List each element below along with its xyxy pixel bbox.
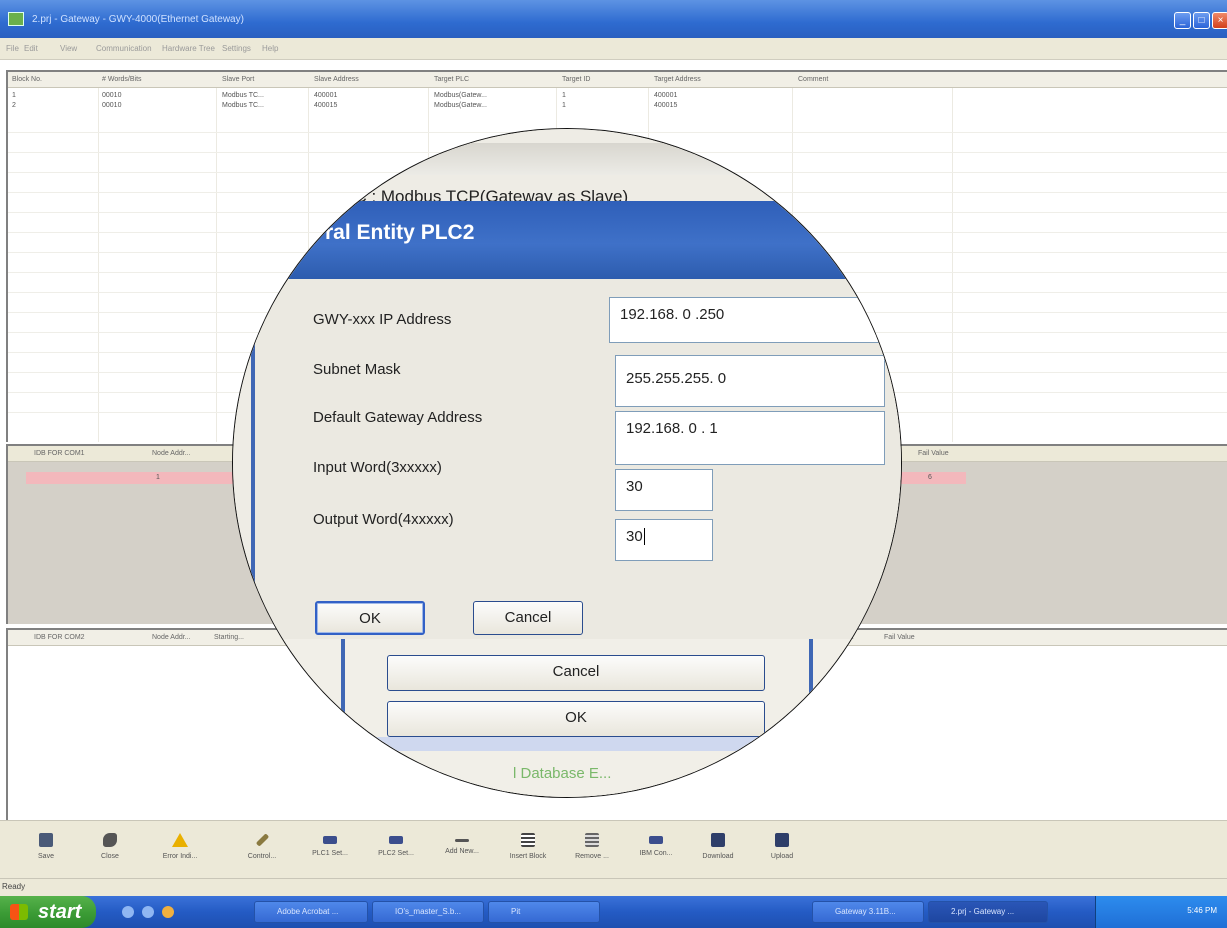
output-word-label: Output Word(4xxxxx) — [313, 511, 454, 528]
ip-address-field[interactable]: 192.168. 0 .250 — [609, 297, 889, 343]
insert-block-icon — [521, 833, 535, 847]
plc-icon — [323, 836, 337, 844]
task-adobe-acrobat[interactable]: Adobe Acrobat ... — [254, 901, 368, 923]
title-bar: 2.prj - Gateway - GWY-4000(Ethernet Gate… — [0, 0, 1227, 38]
col-node-addr[interactable]: Node Addr... — [152, 634, 191, 641]
insert-block-button[interactable]: Insert Block — [498, 833, 558, 860]
subnet-mask-label: Subnet Mask — [313, 361, 401, 378]
col-words-bits[interactable]: # Words/Bits — [102, 76, 142, 83]
close-file-button[interactable]: Close — [80, 833, 140, 860]
col-slave-address[interactable]: Slave Address — [314, 76, 359, 83]
plc-icon — [649, 836, 663, 844]
menu-help[interactable]: Help — [262, 44, 278, 53]
maximize-button[interactable]: □ — [1193, 12, 1210, 29]
col-target-plc[interactable]: Target PLC — [434, 76, 469, 83]
menu-edit[interactable]: Edit — [24, 44, 38, 53]
magnifier-zoom: LC : Modbus TCP(Gateway as Slave) ral En… — [232, 128, 902, 798]
menu-settings[interactable]: Settings — [222, 44, 251, 53]
app-icon — [8, 12, 24, 26]
dialog-title: ral Entity PLC2 — [325, 221, 475, 244]
menu-file[interactable]: File — [6, 44, 19, 53]
col-slave-port[interactable]: Slave Port — [222, 76, 254, 83]
quicklaunch-media-icon[interactable] — [162, 906, 174, 918]
task-pit[interactable]: Pit — [488, 901, 600, 923]
input-word-field[interactable]: 30 — [615, 469, 713, 511]
window-title: 2.prj - Gateway - GWY-4000(Ethernet Gate… — [32, 14, 244, 25]
menu-communication[interactable]: Communication — [96, 44, 152, 53]
status-text: Ready — [2, 882, 26, 891]
plc2-settings-button[interactable]: PLC2 Set... — [366, 833, 426, 857]
download-button[interactable]: Download — [688, 833, 748, 860]
quicklaunch-desktop-icon[interactable] — [142, 906, 154, 918]
upload-button[interactable]: Upload — [752, 833, 812, 860]
minimize-button[interactable]: _ — [1174, 12, 1191, 29]
error-indicator-button[interactable]: Error Indi... — [150, 833, 210, 860]
task-2prj-gateway[interactable]: 2.prj - Gateway ... — [928, 901, 1048, 923]
windows-logo-icon — [10, 904, 28, 920]
ok-button[interactable]: OK — [315, 601, 425, 635]
ibm-config-button[interactable]: IBM Con... — [626, 833, 686, 857]
start-button[interactable]: start — [0, 896, 96, 928]
table-header: Block No. # Words/Bits Slave Port Slave … — [8, 72, 1227, 88]
col-comment[interactable]: Comment — [798, 76, 828, 83]
menu-bar: File Edit View Communication Hardware Tr… — [0, 38, 1227, 60]
subnet-mask-field[interactable]: 255.255.255. 0 — [615, 355, 885, 407]
remove-block-icon — [585, 833, 599, 847]
background-cancel-button[interactable]: Cancel — [387, 655, 765, 691]
system-tray: 5:46 PM — [1095, 896, 1227, 928]
control-button[interactable]: Control... — [232, 833, 292, 860]
ip-address-label: GWY-xxx IP Address — [313, 311, 452, 328]
close-button[interactable]: × — [1212, 12, 1227, 29]
remove-block-button[interactable]: Remove ... — [562, 833, 622, 860]
status-bar: Ready — [0, 878, 1227, 896]
plc-icon — [389, 836, 403, 844]
output-word-value: 30 — [626, 528, 643, 545]
clock: 5:46 PM — [1187, 906, 1217, 915]
input-word-label: Input Word(3xxxxx) — [313, 459, 442, 476]
table-row[interactable]: 1 00010 Modbus TC... 400001 Modbus(Gatew… — [8, 92, 1227, 102]
add-new-button[interactable]: Add New... — [432, 833, 492, 855]
menu-view[interactable]: View — [60, 44, 77, 53]
wrench-icon — [255, 833, 269, 847]
col-idb-com1[interactable]: IDB FOR COM1 — [34, 450, 85, 457]
add-block-icon — [455, 839, 469, 842]
default-gateway-field[interactable]: 192.168. 0 . 1 — [615, 411, 885, 465]
download-icon — [711, 833, 725, 847]
text-cursor — [643, 528, 645, 545]
col-target-address[interactable]: Target Address — [654, 76, 701, 83]
col-fail-value[interactable]: Fail Value — [918, 450, 949, 457]
menu-hardware-tree[interactable]: Hardware Tree — [162, 44, 215, 53]
cancel-button[interactable]: Cancel — [473, 601, 583, 635]
col-node-addr[interactable]: Node Addr... — [152, 450, 191, 457]
close-file-icon — [103, 833, 117, 847]
background-ok-button[interactable]: OK — [387, 701, 765, 737]
warning-icon — [172, 833, 188, 847]
database-link-text: l Database E... — [513, 765, 612, 782]
col-target-id[interactable]: Target ID — [562, 76, 590, 83]
quicklaunch-ie-icon[interactable] — [122, 906, 134, 918]
table-row[interactable]: 2 00010 Modbus TC... 400015 Modbus(Gatew… — [8, 102, 1227, 112]
output-word-field[interactable]: 30 — [615, 519, 713, 561]
save-button[interactable]: Save — [16, 833, 76, 860]
task-ios-master[interactable]: IO's_master_S.b... — [372, 901, 484, 923]
taskbar: start Adobe Acrobat ... IO's_master_S.b.… — [0, 896, 1227, 928]
col-idb-com2[interactable]: IDB FOR COM2 — [34, 634, 85, 641]
default-gateway-label: Default Gateway Address — [313, 409, 483, 426]
plc1-settings-button[interactable]: PLC1 Set... — [300, 833, 360, 857]
task-gateway[interactable]: Gateway 3.11B... — [812, 901, 924, 923]
save-icon — [39, 833, 53, 847]
toolbar: Save Close Error Indi... Control... PLC1… — [0, 820, 1227, 878]
col-block-no[interactable]: Block No. — [12, 76, 42, 83]
upload-icon — [775, 833, 789, 847]
